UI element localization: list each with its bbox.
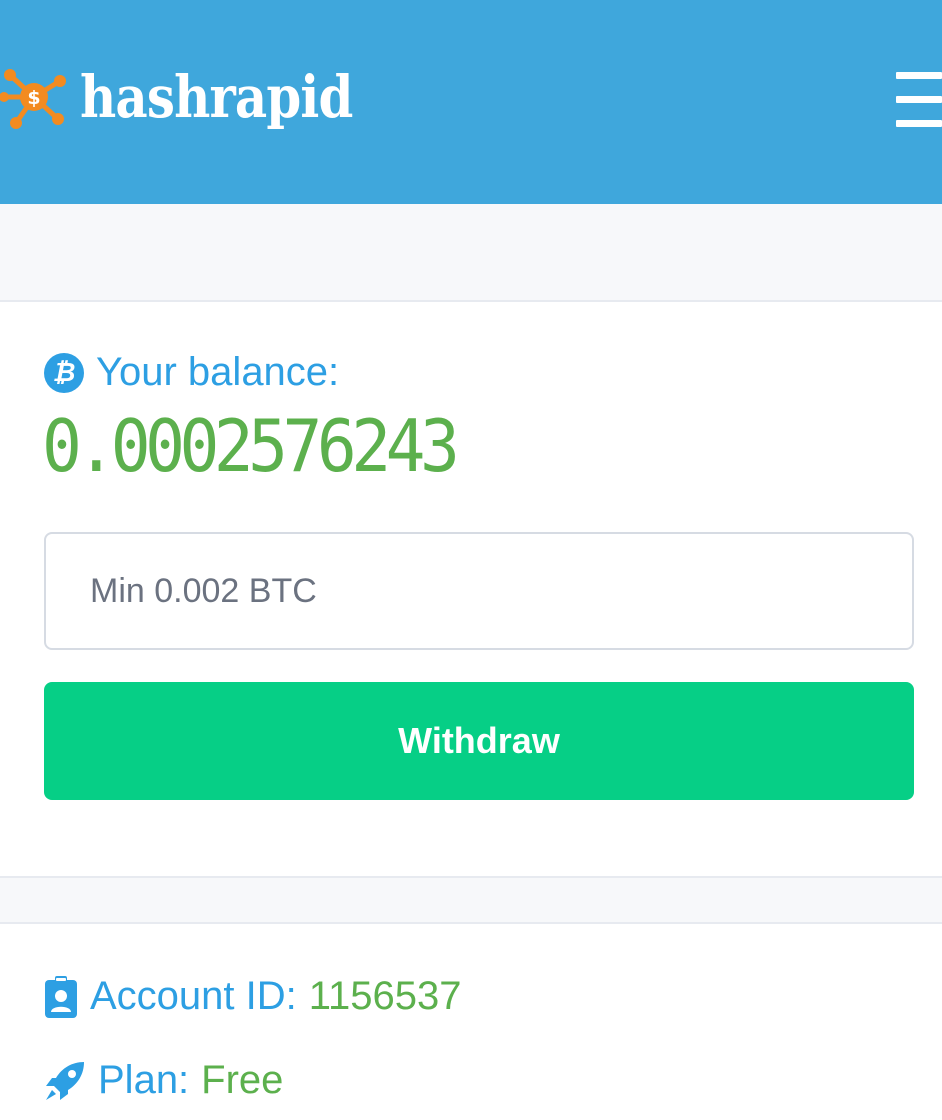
withdraw-amount-input[interactable] <box>44 532 914 650</box>
svg-text:$: $ <box>27 87 40 109</box>
spacer-band <box>0 204 942 302</box>
spacer-band <box>0 878 942 924</box>
balance-label-row: ₿ Your balance: <box>44 350 339 395</box>
menu-bar <box>896 96 942 103</box>
menu-bar <box>896 120 942 127</box>
bitcoin-icon: ₿ <box>44 352 84 393</box>
plan-row: Plan: Free <box>44 1058 283 1103</box>
plan-label: Plan: <box>98 1058 190 1102</box>
menu-bar <box>896 72 942 79</box>
balance-card: ₿ Your balance: 0.0002576243 Withdraw <box>0 302 942 878</box>
top-header: $ hashrapid <box>0 0 942 204</box>
rocket-icon <box>46 1061 84 1100</box>
account-id-row: Account ID: 1156537 <box>44 974 462 1019</box>
hamburger-menu-icon[interactable] <box>896 70 942 130</box>
network-dollar-icon: $ <box>0 69 66 129</box>
balance-value: 0.0002576243 <box>42 404 460 488</box>
account-info-card: Account ID: 1156537 Plan: Free <box>0 924 942 1120</box>
withdraw-button[interactable]: Withdraw <box>44 682 914 800</box>
balance-label: Your balance: <box>96 350 340 394</box>
brand-logo[interactable]: $ hashrapid <box>0 52 397 142</box>
account-id-label: Account ID: <box>90 974 297 1018</box>
brand-name: hashrapid <box>80 63 353 131</box>
account-id-value: 1156537 <box>308 974 462 1018</box>
plan-value: Free <box>201 1058 284 1102</box>
id-badge-icon <box>45 975 77 1018</box>
